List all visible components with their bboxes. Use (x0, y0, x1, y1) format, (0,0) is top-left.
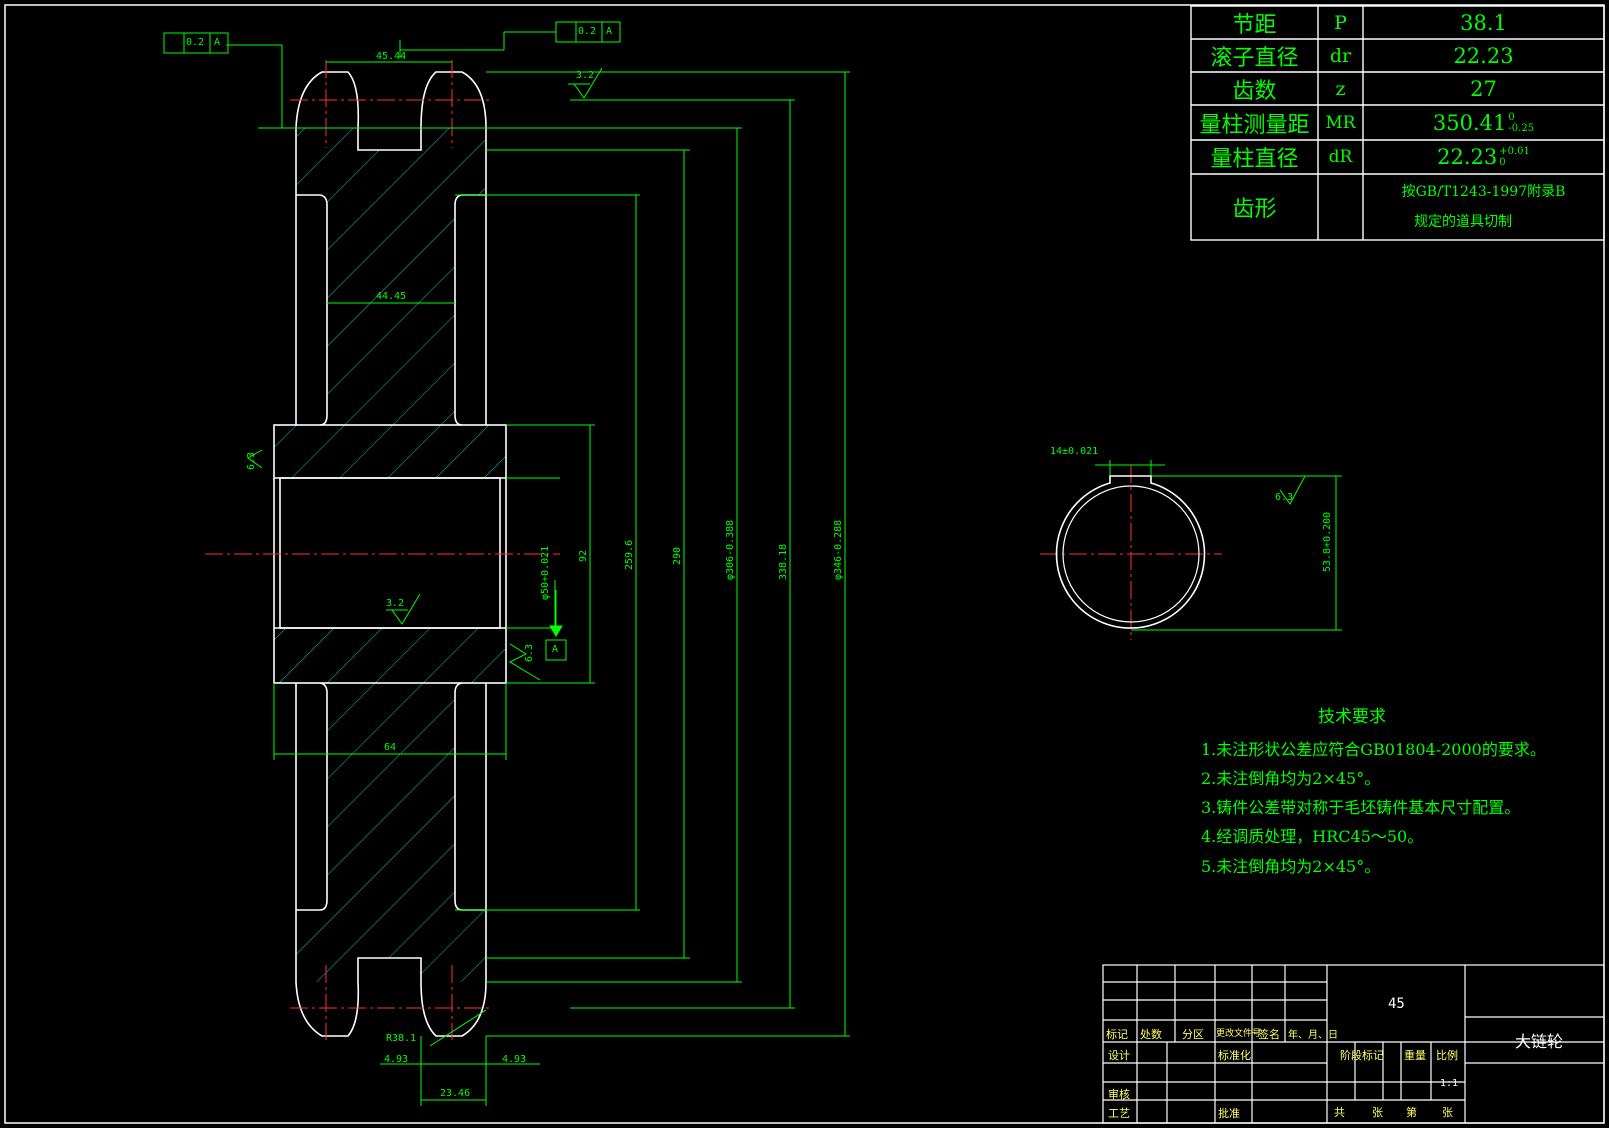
tb-design: 设计 (1108, 1049, 1130, 1062)
dim-bore-diameter: φ50+0.021 (540, 545, 551, 600)
tb-header-count: 处数 (1140, 1028, 1162, 1041)
tech-requirement-item: 3.铸件公差带对称于毛坯铸件基本尺寸配置。 (1201, 798, 1521, 817)
param-value-pin: 22.23 +0.01 0 (1437, 145, 1530, 169)
roughness-top: 3.2 (576, 70, 595, 81)
roughness-bore: 3.2 (386, 598, 405, 609)
runout-tolerance-right: 0.2 (578, 26, 597, 37)
tol-upper: +0.01 (1499, 146, 1530, 157)
param-symbol-roller: dr (1329, 44, 1352, 67)
dim-chamfer-left: 4.93 (384, 1054, 409, 1065)
param-value-pitch: 38.1 (1460, 10, 1507, 35)
param-value-profile-line1: 按GB/T1243-1997附录B (1401, 184, 1566, 200)
tech-requirement-item: 5.未注倒角均为2×45°。 (1201, 857, 1381, 876)
param-name-pitch: 节距 (1232, 12, 1277, 38)
tb-weight: 重量 (1404, 1049, 1426, 1062)
dim-key-width: 14±0.021 (1050, 446, 1099, 457)
dim-radius: R38.1 (386, 1033, 417, 1044)
roughness-side1: 6.3 (246, 451, 257, 470)
tb-header-sign: 签名 (1258, 1028, 1280, 1041)
dim-tooth-width: 23.46 (440, 1088, 471, 1099)
roughness-side2: 6.3 (524, 643, 535, 662)
tb-scale: 比例 (1436, 1049, 1458, 1062)
dim-d5: φ346-0.288 (833, 519, 844, 580)
param-value-teeth: 27 (1470, 76, 1497, 101)
tb-sheet-no: 第 (1406, 1106, 1417, 1119)
dim-hub-total: 64 (384, 742, 397, 753)
tb-standard: 标准化 (1218, 1049, 1251, 1062)
param-value-roller: 22.23 (1453, 43, 1514, 68)
tb-scale-value: 1:1 (1440, 1078, 1459, 1089)
tb-sheet-total: 共 (1334, 1106, 1345, 1119)
runout-datum-left: A (214, 37, 221, 48)
datum-label: A (552, 644, 559, 655)
tech-requirement-item: 1.未注形状公差应符合GB01804-2000的要求。 (1201, 740, 1546, 759)
material-label: 45 (1388, 996, 1405, 1012)
tol-lower: -0.25 (1508, 122, 1535, 134)
tb-header-mark: 标记 (1106, 1028, 1128, 1041)
tb-sheet-unit2: 张 (1442, 1106, 1453, 1119)
runout-tolerance-left: 0.2 (186, 37, 205, 48)
roughness-key: 6.3 (1275, 492, 1294, 503)
param-name-roller: 滚子直径 (1210, 45, 1299, 71)
tech-requirement-item: 2.未注倒角均为2×45°。 (1201, 769, 1381, 788)
tb-stage: 阶段标记 (1340, 1049, 1384, 1062)
runout-datum-right: A (606, 26, 613, 37)
dim-chamfer-right: 4.93 (502, 1054, 527, 1065)
tb-review: 审核 (1108, 1088, 1130, 1101)
dim-key-depth: 53.8+0.200 (1322, 511, 1333, 572)
dim-d1: 259.6 (624, 539, 635, 570)
tb-header-zone: 分区 (1182, 1028, 1204, 1041)
tb-approve: 批准 (1218, 1107, 1240, 1120)
param-symbol-pin: dR (1328, 147, 1353, 167)
param-value-measure: 350.41 0 -0.25 (1432, 110, 1535, 135)
dim-d2: 290 (672, 546, 683, 565)
dim-d3: φ306-0.388 (725, 519, 736, 580)
tech-requirement-item: 4.经调质处理，HRC45～50。 (1201, 827, 1424, 846)
param-symbol-pitch: P (1334, 11, 1347, 34)
tb-sheet-unit1: 张 (1372, 1106, 1383, 1119)
tb-header-date: 年、月、日 (1288, 1030, 1338, 1041)
dim-hub-diameter: 92 (578, 549, 589, 562)
param-name-profile: 齿形 (1232, 197, 1277, 222)
param-name-teeth: 齿数 (1232, 78, 1277, 104)
tb-process: 工艺 (1108, 1107, 1130, 1120)
tb-header-file: 更改文件号 (1216, 1029, 1262, 1039)
param-value-profile-line2: 规定的道具切制 (1414, 214, 1512, 230)
param-symbol-teeth: z (1335, 77, 1346, 100)
param-symbol-measure: MR (1325, 112, 1356, 133)
tol-upper: 0 (1508, 111, 1515, 123)
dim-hub-inner: 44.45 (376, 291, 407, 302)
dim-tooth-pitch: 45.44 (376, 51, 407, 62)
part-name: 大链轮 (1515, 1032, 1564, 1051)
dim-d4: 338.18 (778, 543, 789, 580)
param-name-measure: 量柱测量距 (1199, 112, 1310, 138)
tech-requirements-title: 技术要求 (1318, 707, 1386, 727)
param-name-pin: 量柱直径 (1210, 147, 1299, 172)
tol-lower: 0 (1499, 157, 1506, 168)
